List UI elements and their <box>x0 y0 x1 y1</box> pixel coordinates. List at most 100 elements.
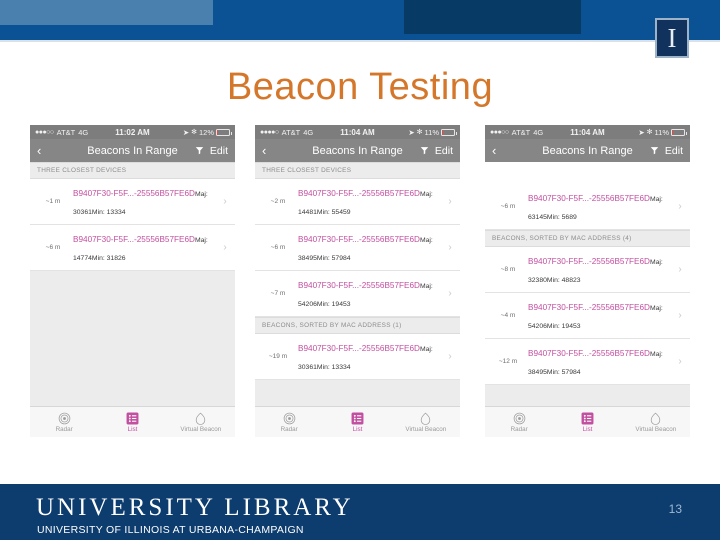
footer-library-name: UNIVERSITY LIBRARY <box>36 494 354 521</box>
chevron-right-icon[interactable]: › <box>676 201 684 212</box>
phone1-tab-list[interactable]: List <box>98 412 166 433</box>
phone1-back-button[interactable]: ‹ <box>37 144 51 157</box>
phone1-tab-bar: Radar List Virtual Beacon <box>30 406 235 437</box>
beacon-icon <box>392 412 460 425</box>
phone1-status-bar: ●●●○○ AT&T 4G 11:02 AM ➤ ✻ 12% <box>30 125 235 139</box>
beacon-minor: Min: 13334 <box>316 364 351 371</box>
page-title: Beacon Testing <box>226 66 494 108</box>
phone2-filter-icon[interactable] <box>420 142 429 160</box>
beacon-icon <box>622 412 690 425</box>
phone2-bluetooth-icon: ✻ <box>416 129 423 136</box>
beacon-minor: Min: 5689 <box>546 214 577 221</box>
beacon-icon: ~1 m <box>36 198 70 205</box>
tab-label: List <box>352 425 363 433</box>
beacon-icon: ~6 m <box>261 244 295 251</box>
phone3-tab-list[interactable]: List <box>553 412 621 433</box>
phone1-nav-bar: ‹ Beacons In Range Edit <box>30 139 235 162</box>
phone2-status-bar: ●●●●○ AT&T 4G 11:04 AM ➤ ✻ 11% <box>255 125 460 139</box>
beacon-icon: ~12 m <box>491 358 525 365</box>
phone3-filter-icon[interactable] <box>650 142 659 160</box>
phone2-beacon-row[interactable]: ~19 m B9407F30-F5F...-25556B57FE6DMaj: 30… <box>255 334 460 380</box>
beacon-uuid: B9407F30-F5F...-25556B57FE6D <box>528 194 650 203</box>
phone2-empty-area <box>255 380 460 406</box>
phone3-section-header: BEACONS, SORTED BY MAC ADDRESS (4) <box>485 230 690 247</box>
radar-icon <box>30 412 98 425</box>
phone3-beacon-row[interactable]: ~8 m B9407F30-F5F...-25556B57FE6DMaj: 323… <box>485 247 690 293</box>
phone1-edit-button[interactable]: Edit <box>210 145 228 157</box>
phone2-section-header: BEACONS, SORTED BY MAC ADDRESS (1) <box>255 317 460 334</box>
banner-rule-thin <box>0 40 720 42</box>
beacon-distance: ~19 m <box>268 352 288 360</box>
phone3-list-body[interactable]: ~6 m B9407F30-F5F...-25556B57FE6DMaj: 631… <box>485 162 690 406</box>
phone2-edit-button[interactable]: Edit <box>435 145 453 157</box>
phone1-filter-icon[interactable] <box>195 142 204 160</box>
beacon-distance: ~2 m <box>270 197 286 205</box>
beacon-uuid: B9407F30-F5F...-25556B57FE6D <box>73 189 195 198</box>
radar-icon <box>485 412 553 425</box>
beacon-minor: Min: 48823 <box>546 277 581 284</box>
phone-screenshot-2: ●●●●○ AT&T 4G 11:04 AM ➤ ✻ 11% ‹ Beacons In Rang… <box>255 125 460 450</box>
phone3-beacon-row[interactable]: ~4 m B9407F30-F5F...-25556B57FE6DMaj: 542… <box>485 293 690 339</box>
slide-top-banner: I <box>0 0 720 58</box>
list-icon <box>553 412 621 425</box>
phone3-tab-radar[interactable]: Radar <box>485 412 553 433</box>
phone3-battery-icon <box>671 128 687 136</box>
beacon-icon: ~2 m <box>261 198 295 205</box>
chevron-right-icon[interactable]: › <box>676 356 684 367</box>
phone3-tab-bar: Radar List Virtual Beacon <box>485 406 690 437</box>
illinois-block-i-logo: I <box>655 18 689 58</box>
chevron-right-icon[interactable]: › <box>676 264 684 275</box>
beacon-icon: ~6 m <box>36 244 70 251</box>
tab-label: Radar <box>510 425 528 433</box>
chevron-right-icon[interactable]: › <box>446 351 454 362</box>
phone3-edit-button[interactable]: Edit <box>665 145 683 157</box>
chevron-right-icon[interactable]: › <box>221 196 229 207</box>
radar-icon <box>255 412 323 425</box>
phone1-beacon-row[interactable]: ~1 m B9407F30-F5F...-25556B57FE6DMaj: 303… <box>30 179 235 225</box>
phone1-tab-virtual-beacon[interactable]: Virtual Beacon <box>167 412 235 433</box>
phone2-tab-list[interactable]: List <box>323 412 391 433</box>
phone2-tab-radar[interactable]: Radar <box>255 412 323 433</box>
tab-label: Virtual Beacon <box>635 425 677 433</box>
chevron-right-icon[interactable]: › <box>221 242 229 253</box>
tab-label: Radar <box>280 425 298 433</box>
beacon-minor: Min: 55459 <box>316 209 351 216</box>
tab-label: Radar <box>55 425 73 433</box>
phone3-nav-bar: ‹ Beacons In Range Edit <box>485 139 690 162</box>
beacon-icon: ~6 m <box>491 203 525 210</box>
phone-screenshot-1: ●●●○○ AT&T 4G 11:02 AM ➤ ✻ 12% ‹ Beacons In Rang… <box>30 125 235 450</box>
phone1-beacon-row[interactable]: ~6 m B9407F30-F5F...-25556B57FE6DMaj: 147… <box>30 225 235 271</box>
phone3-status-bar: ●●●○○ AT&T 4G 11:04 AM ➤ ✻ 11% <box>485 125 690 139</box>
phone1-list-body[interactable]: THREE CLOSEST DEVICES ~1 m B9407F30-F5F...… <box>30 162 235 406</box>
chevron-right-icon[interactable]: › <box>446 288 454 299</box>
phone2-back-button[interactable]: ‹ <box>262 144 276 157</box>
phone2-beacon-row[interactable]: ~6 m B9407F30-F5F...-25556B57FE6DMaj: 384… <box>255 225 460 271</box>
phone3-beacon-row[interactable]: ~6 m B9407F30-F5F...-25556B57FE6DMaj: 631… <box>485 184 690 230</box>
phone2-beacon-row[interactable]: ~2 m B9407F30-F5F...-25556B57FE6DMaj: 144… <box>255 179 460 225</box>
phone2-beacon-row[interactable]: ~7 m B9407F30-F5F...-25556B57FE6DMaj: 542… <box>255 271 460 317</box>
phone3-beacon-row[interactable]: ~12 m B9407F30-F5F...-25556B57FE6DMaj: 38… <box>485 339 690 385</box>
chevron-right-icon[interactable]: › <box>446 196 454 207</box>
beacon-uuid: B9407F30-F5F...-25556B57FE6D <box>528 349 650 358</box>
phone2-list-body[interactable]: THREE CLOSEST DEVICES ~2 m B9407F30-F5F...… <box>255 162 460 406</box>
beacon-uuid: B9407F30-F5F...-25556B57FE6D <box>73 235 195 244</box>
phone1-empty-area <box>30 271 235 406</box>
phone3-top-spacer <box>485 162 690 184</box>
phone1-tab-radar[interactable]: Radar <box>30 412 98 433</box>
phone3-tab-virtual-beacon[interactable]: Virtual Beacon <box>622 412 690 433</box>
phone3-back-button[interactable]: ‹ <box>492 144 506 157</box>
chevron-right-icon[interactable]: › <box>676 310 684 321</box>
phone1-battery-icon <box>216 128 232 136</box>
phone2-tab-virtual-beacon[interactable]: Virtual Beacon <box>392 412 460 433</box>
beacon-distance: ~7 m <box>270 289 286 297</box>
beacon-distance: ~6 m <box>270 243 286 251</box>
beacon-uuid: B9407F30-F5F...-25556B57FE6D <box>298 235 420 244</box>
phone1-section-header: THREE CLOSEST DEVICES <box>30 162 235 179</box>
banner-band-dark <box>404 0 581 34</box>
phone-screenshot-3: ●●●○○ AT&T 4G 11:04 AM ➤ ✻ 11% ‹ Beacons In Rang… <box>485 125 690 450</box>
phone2-battery-label: 11% <box>424 127 439 137</box>
phone2-section-header: THREE CLOSEST DEVICES <box>255 162 460 179</box>
chevron-right-icon[interactable]: › <box>446 242 454 253</box>
beacon-minor: Min: 13334 <box>91 209 126 216</box>
beacon-uuid: B9407F30-F5F...-25556B57FE6D <box>528 257 650 266</box>
